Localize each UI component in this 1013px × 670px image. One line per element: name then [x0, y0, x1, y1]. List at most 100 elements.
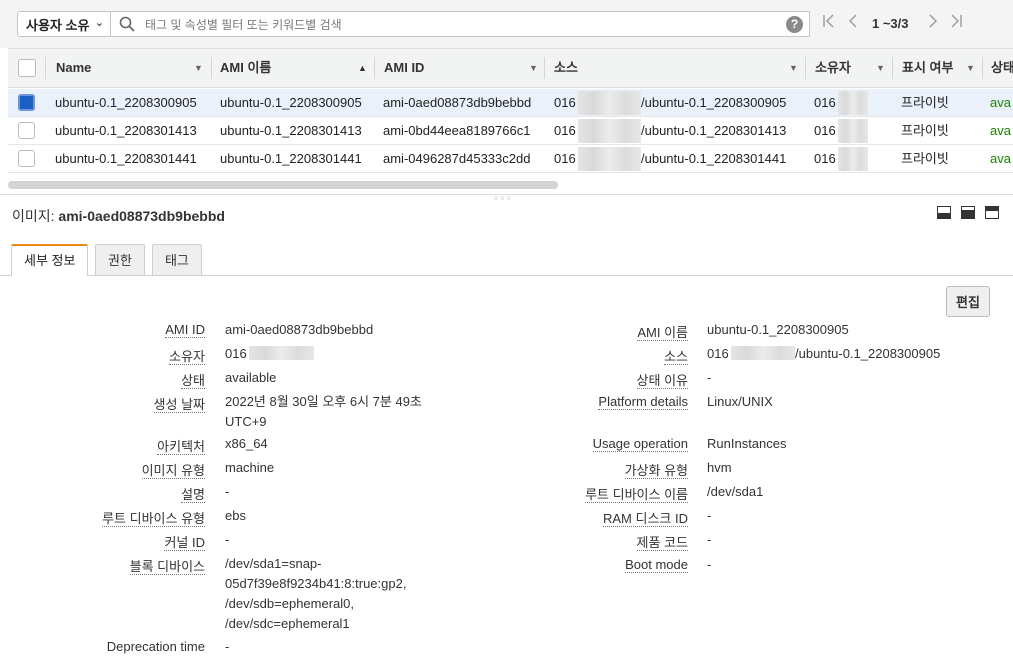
column-header-status[interactable]: 상태	[991, 49, 1013, 87]
chevron-down-icon: ⌄	[94, 17, 104, 29]
sort-caret-icon[interactable]: ▼	[789, 50, 798, 86]
edit-button[interactable]: 편집	[946, 286, 990, 317]
cell-source-suffix: /ubuntu-0.1_2208301441	[641, 151, 787, 166]
field-value-state: available	[225, 370, 277, 385]
cell-source-prefix: 016	[554, 151, 576, 166]
tab-permissions[interactable]: 권한	[95, 244, 145, 275]
field-value-image-type: machine	[225, 460, 275, 475]
column-header-visibility[interactable]: 표시 여부	[902, 49, 953, 87]
tab-details[interactable]: 세부 정보	[11, 244, 89, 276]
field-value-block-devices-3: /dev/sdb=ephemeral0,	[225, 596, 355, 611]
search-box[interactable]	[111, 11, 810, 37]
field-value-source-suffix: /ubuntu-0.1_2208300905	[795, 346, 941, 361]
select-all-checkbox[interactable]	[18, 59, 36, 77]
field-value-platform-details: Linux/UNIX	[707, 394, 773, 409]
field-value-state-reason: -	[707, 370, 712, 385]
redacted-account-id	[578, 119, 641, 143]
next-page-icon[interactable]	[927, 13, 939, 33]
cell-ami-name: ubuntu-0.1_2208301441	[220, 151, 362, 166]
tab-baseline	[0, 275, 1013, 276]
field-label-owner: 소유자	[169, 349, 205, 365]
field-value-root-device-name: /dev/sda1	[707, 484, 764, 499]
field-value-virtualization-type: hvm	[707, 460, 732, 475]
field-label-image-type: 이미지 유형	[141, 463, 205, 479]
detail-title-label: 이미지:	[12, 208, 55, 224]
resize-handle-icon[interactable]: ○○○	[494, 195, 513, 202]
help-icon[interactable]: ?	[786, 16, 803, 33]
sort-caret-icon[interactable]: ▼	[966, 50, 975, 86]
table-row[interactable]: ubuntu-0.1_2208301413 ubuntu-0.1_2208301…	[8, 117, 1013, 145]
layout-bottom-half-icon[interactable]	[961, 206, 975, 219]
column-header-ami-name[interactable]: AMI 이름	[220, 49, 271, 87]
field-label-product-codes: 제품 코드	[636, 535, 688, 551]
cell-status: ava	[990, 95, 1011, 110]
column-header-ami-id[interactable]: AMI ID	[384, 49, 424, 87]
field-value-block-devices-1: /dev/sda1=snap-	[225, 556, 322, 571]
field-label-root-device-type: 루트 디바이스 유형	[102, 511, 205, 527]
table-header: Name ▼ AMI 이름 ▲ AMI ID ▼ 소스 ▼ 소유자 ▼ 표시 여…	[8, 48, 1013, 88]
row-checkbox[interactable]	[18, 150, 35, 167]
search-icon	[119, 16, 135, 32]
field-value-ami-name: ubuntu-0.1_2208300905	[707, 322, 849, 337]
redacted-owner-id	[838, 119, 868, 143]
table-row[interactable]: ubuntu-0.1_2208300905 ubuntu-0.1_2208300…	[8, 89, 1013, 117]
cell-ami-name: ubuntu-0.1_2208300905	[220, 95, 362, 110]
field-label-architecture: 아키텍처	[157, 439, 205, 455]
owner-filter-label: 사용자 소유	[26, 17, 90, 33]
tab-tags[interactable]: 태그	[152, 244, 202, 275]
owner-filter-dropdown[interactable]: 사용자 소유 ⌄	[17, 11, 111, 37]
row-checkbox[interactable]	[18, 94, 35, 111]
cell-visibility: 프라이빗	[901, 95, 949, 110]
first-page-icon[interactable]	[822, 13, 836, 33]
sort-caret-icon[interactable]: ▼	[529, 50, 538, 86]
field-value-description: -	[225, 484, 230, 499]
field-label-block-devices: 블록 디바이스	[129, 559, 205, 575]
field-value-block-devices-4: /dev/sdc=ephemeral1	[225, 616, 350, 631]
prev-page-icon[interactable]	[847, 13, 859, 33]
cell-name: ubuntu-0.1_2208301413	[55, 123, 197, 138]
column-header-name[interactable]: Name	[56, 49, 91, 87]
row-checkbox[interactable]	[18, 122, 35, 139]
redacted-account-id	[578, 147, 641, 171]
cell-name: ubuntu-0.1_2208301441	[55, 151, 197, 166]
table-row[interactable]: ubuntu-0.1_2208301441 ubuntu-0.1_2208301…	[8, 145, 1013, 173]
field-label-platform-details: Platform details	[598, 394, 688, 410]
field-label-ramdisk-id: RAM 디스크 ID	[603, 511, 688, 527]
field-label-usage-operation: Usage operation	[592, 436, 688, 452]
field-value-ramdisk-id: -	[707, 508, 712, 523]
field-value-source: 016	[707, 346, 729, 361]
field-value-deprecation-time: -	[225, 639, 230, 654]
cell-visibility: 프라이빗	[901, 151, 949, 166]
horizontal-scrollbar[interactable]	[8, 181, 558, 189]
layout-bottom-small-icon[interactable]	[937, 206, 951, 219]
field-value-block-devices-2: 05d7f39e8f9234b41:8:true:gp2,	[225, 576, 407, 591]
sort-ascending-icon[interactable]: ▲	[358, 50, 367, 86]
detail-title: 이미지: ami-0aed08873db9bebbd	[12, 206, 225, 226]
cell-source-prefix: 016	[554, 95, 576, 110]
column-header-source[interactable]: 소스	[554, 49, 578, 87]
detail-title-value: ami-0aed08873db9bebbd	[58, 208, 225, 224]
field-label-root-device-name: 루트 디바이스 이름	[585, 487, 688, 503]
field-value-product-codes: -	[707, 532, 712, 547]
redacted-account-id	[578, 91, 641, 115]
redacted-owner-id	[249, 346, 314, 360]
search-input[interactable]	[143, 15, 787, 35]
redacted-owner-id	[838, 91, 868, 115]
field-value-ami-id: ami-0aed08873db9bebbd	[225, 322, 374, 337]
cell-source-suffix: /ubuntu-0.1_2208301413	[641, 123, 787, 138]
sort-caret-icon[interactable]: ▼	[194, 50, 203, 86]
cell-source-prefix: 016	[554, 123, 576, 138]
cell-owner: 016	[814, 151, 836, 166]
field-label-source: 소스	[664, 349, 688, 365]
field-value-boot-mode: -	[707, 557, 712, 572]
field-label-deprecation-time: Deprecation time	[106, 639, 205, 654]
cell-visibility: 프라이빗	[901, 123, 949, 138]
layout-top-icon[interactable]	[985, 206, 999, 219]
cell-status: ava	[990, 123, 1011, 138]
field-value-owner: 016	[225, 346, 247, 361]
sort-caret-icon[interactable]: ▼	[876, 50, 885, 86]
cell-ami-name: ubuntu-0.1_2208301413	[220, 123, 362, 138]
cell-owner: 016	[814, 95, 836, 110]
last-page-icon[interactable]	[949, 13, 963, 33]
column-header-owner[interactable]: 소유자	[815, 49, 851, 87]
